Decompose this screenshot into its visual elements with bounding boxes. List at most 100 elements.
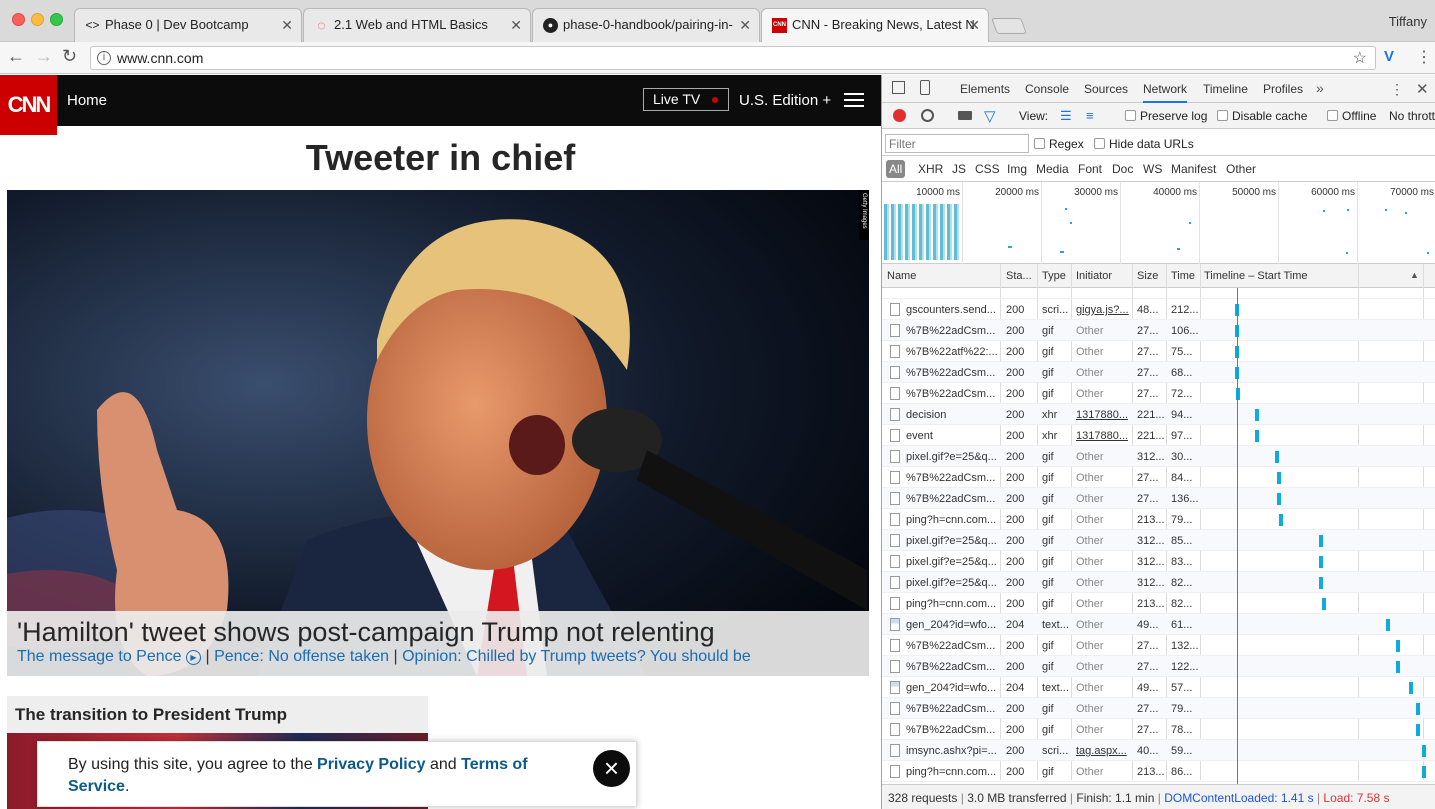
profile-name[interactable]: Tiffany — [1389, 14, 1427, 29]
related-link-opinion[interactable]: Opinion: Chilled by Trump tweets? You sh… — [402, 648, 751, 665]
table-row[interactable]: ping?h=cnn.com... 200 gif Other 213... 79... — [882, 509, 1435, 530]
table-row[interactable]: gen_204?id=wfo... 204 text... Other 49... 57.… — [882, 677, 1435, 698]
tab-github-handbook[interactable]: ● phase-0-handbook/pairing-in- ✕ — [532, 8, 760, 42]
tab-web-html-basics[interactable]: ◌ 2.1 Web and HTML Basics ✕ — [303, 8, 531, 42]
reload-button[interactable]: ↻ — [62, 46, 77, 67]
table-row[interactable]: pixel.gif?e=25&q... 200 gif Other 312... 85..… — [882, 530, 1435, 551]
info-icon[interactable]: i — [97, 51, 111, 65]
table-row[interactable]: gscounters.send... 200 scri... gigya.js?...… — [882, 299, 1435, 320]
type-filter-js[interactable]: JS — [952, 162, 966, 176]
sort-ascending-icon[interactable]: ▲ — [1410, 270, 1419, 280]
table-row[interactable]: decision 200 xhr 1317880... 221... 94... — [882, 404, 1435, 425]
type-filter-font[interactable]: Font — [1078, 162, 1102, 176]
clear-icon[interactable] — [921, 109, 934, 122]
table-row[interactable]: imsync.ashx?pi=... 200 scri... tag.aspx... 4… — [882, 740, 1435, 761]
throttle-select[interactable]: No thrott — [1389, 109, 1435, 123]
related-link-pence-offense[interactable]: Pence: No offense taken — [214, 648, 389, 665]
hide-data-urls-checkbox[interactable]: Hide data URLs — [1094, 137, 1194, 151]
screenshot-icon[interactable] — [958, 111, 972, 120]
table-row[interactable]: %7B%22atf%22:... 200 gif Other 27... 75... — [882, 341, 1435, 362]
new-tab-button[interactable] — [991, 18, 1027, 34]
hamburger-menu-icon[interactable] — [844, 93, 864, 107]
close-tab-icon[interactable]: ✕ — [510, 17, 522, 34]
type-filter-ws[interactable]: WS — [1143, 162, 1162, 176]
table-row[interactable]: %7B%22adCsm... 200 gif Other 27... 72... — [882, 383, 1435, 404]
column-timeline[interactable]: Timeline – Start Time — [1204, 270, 1308, 282]
maximize-window-button[interactable] — [50, 13, 63, 26]
column-type[interactable]: Type — [1042, 270, 1066, 282]
tab-timeline[interactable]: Timeline — [1203, 82, 1248, 96]
table-row[interactable]: %7B%22adCsm... 200 gif Other 27... 79... — [882, 698, 1435, 719]
request-initiator[interactable]: 1317880... — [1076, 409, 1131, 421]
table-row[interactable]: event 200 xhr 1317880... 221... 97... — [882, 425, 1435, 446]
tab-profiles[interactable]: Profiles — [1263, 82, 1303, 96]
close-devtools-icon[interactable]: ✕ — [1416, 80, 1429, 98]
table-row[interactable]: pixel.gif?e=25&q... 200 gif Other 312... 82..… — [882, 572, 1435, 593]
close-tab-icon[interactable]: ✕ — [968, 17, 980, 34]
tab-sources[interactable]: Sources — [1084, 82, 1128, 96]
table-row[interactable]: pixel.gif?e=25&q... 200 gif Other 312... 30..… — [882, 446, 1435, 467]
preserve-log-checkbox[interactable]: Preserve log — [1125, 109, 1207, 123]
table-row[interactable]: %7B%22adCsm... 200 gif Other 27... 84... — [882, 467, 1435, 488]
column-status[interactable]: Sta... — [1006, 270, 1032, 282]
filter-icon[interactable]: ▽ — [984, 107, 996, 125]
forward-button[interactable]: → — [35, 46, 53, 67]
section-title[interactable]: The transition to President Trump — [7, 696, 428, 733]
play-icon[interactable]: ▶ — [186, 650, 201, 665]
bookmark-star-icon[interactable]: ☆ — [1353, 48, 1367, 68]
network-overview[interactable]: 10000 ms 20000 ms 30000 ms 40000 ms 5000… — [882, 182, 1435, 264]
table-row[interactable]: %7B%22adCsm... 200 gif Other 27... 132... — [882, 635, 1435, 656]
tab-dev-bootcamp[interactable]: <> Phase 0 | Dev Bootcamp ✕ — [74, 8, 302, 42]
type-filter-media[interactable]: Media — [1036, 162, 1069, 176]
table-row[interactable]: pixel.gif?e=25&q... 200 gif Other 312... 83..… — [882, 551, 1435, 572]
disable-cache-checkbox[interactable]: Disable cache — [1217, 109, 1307, 123]
type-filter-xhr[interactable]: XHR — [918, 162, 943, 176]
edition-selector[interactable]: U.S. Edition + — [739, 92, 831, 109]
cnn-logo[interactable]: CNN — [0, 75, 57, 135]
close-tab-icon[interactable]: ✕ — [281, 17, 293, 34]
more-tabs-icon[interactable]: » — [1316, 80, 1324, 96]
request-initiator[interactable]: gigya.js?... — [1076, 304, 1131, 316]
privacy-policy-link[interactable]: Privacy Policy — [317, 756, 426, 773]
column-time[interactable]: Time — [1171, 270, 1195, 282]
hero-caption-title[interactable]: 'Hamilton' tweet shows post-campaign Tru… — [17, 617, 859, 647]
offline-checkbox[interactable]: Offline — [1327, 109, 1376, 123]
tab-console[interactable]: Console — [1025, 82, 1069, 96]
regex-checkbox[interactable]: Regex — [1034, 137, 1084, 151]
close-window-button[interactable] — [12, 13, 25, 26]
type-filter-img[interactable]: Img — [1007, 162, 1027, 176]
request-initiator[interactable]: 1317880... — [1076, 430, 1131, 442]
close-tab-icon[interactable]: ✕ — [739, 17, 751, 34]
inspect-element-icon[interactable] — [892, 81, 905, 94]
minimize-window-button[interactable] — [31, 13, 44, 26]
address-bar[interactable]: i www.cnn.com ☆ — [90, 46, 1376, 70]
live-tv-button[interactable]: Live TV — [643, 88, 729, 111]
column-name[interactable]: Name — [887, 270, 916, 282]
column-initiator[interactable]: Initiator — [1076, 270, 1112, 282]
filter-input[interactable] — [885, 134, 1029, 153]
back-button[interactable]: ← — [7, 46, 25, 67]
table-row[interactable]: %7B%22adCsm... 200 gif Other 27... 68... — [882, 362, 1435, 383]
overview-icon[interactable]: ≡ — [1086, 108, 1094, 123]
table-row[interactable]: ping?h=cnn.com... 200 gif Other 213... 82... — [882, 593, 1435, 614]
hero-photo[interactable] — [7, 190, 869, 676]
browser-menu-icon[interactable]: ⋮ — [1416, 47, 1432, 67]
type-filter-other[interactable]: Other — [1226, 162, 1256, 176]
table-row[interactable]: %7B%22adCsm... 200 gif Other 27... 106... — [882, 320, 1435, 341]
close-cookie-button[interactable]: × — [593, 750, 630, 787]
device-toolbar-icon[interactable] — [920, 80, 930, 95]
column-size[interactable]: Size — [1137, 270, 1158, 282]
devtools-menu-icon[interactable]: ⋮ — [1390, 81, 1404, 98]
record-button[interactable] — [893, 109, 906, 122]
table-row[interactable]: %7B%22adCsm... 200 gif Other 27... 122... — [882, 656, 1435, 677]
page-headline[interactable]: Tweeter in chief — [0, 137, 881, 179]
table-row[interactable]: %7B%22adCsm... 200 gif Other 27... 136... — [882, 488, 1435, 509]
table-row[interactable]: %7B%22adCsm... 200 gif Other 27... 78... — [882, 719, 1435, 740]
extension-icon[interactable]: V — [1384, 48, 1394, 65]
type-filter-css[interactable]: CSS — [975, 162, 1000, 176]
tab-network[interactable]: Network — [1143, 82, 1188, 103]
type-filter-all[interactable]: All — [886, 160, 906, 178]
table-row[interactable]: gen_204?id=wfo... 204 text... Other 49... 61.… — [882, 614, 1435, 635]
nav-home-link[interactable]: Home — [67, 92, 107, 109]
type-filter-doc[interactable]: Doc — [1112, 162, 1133, 176]
